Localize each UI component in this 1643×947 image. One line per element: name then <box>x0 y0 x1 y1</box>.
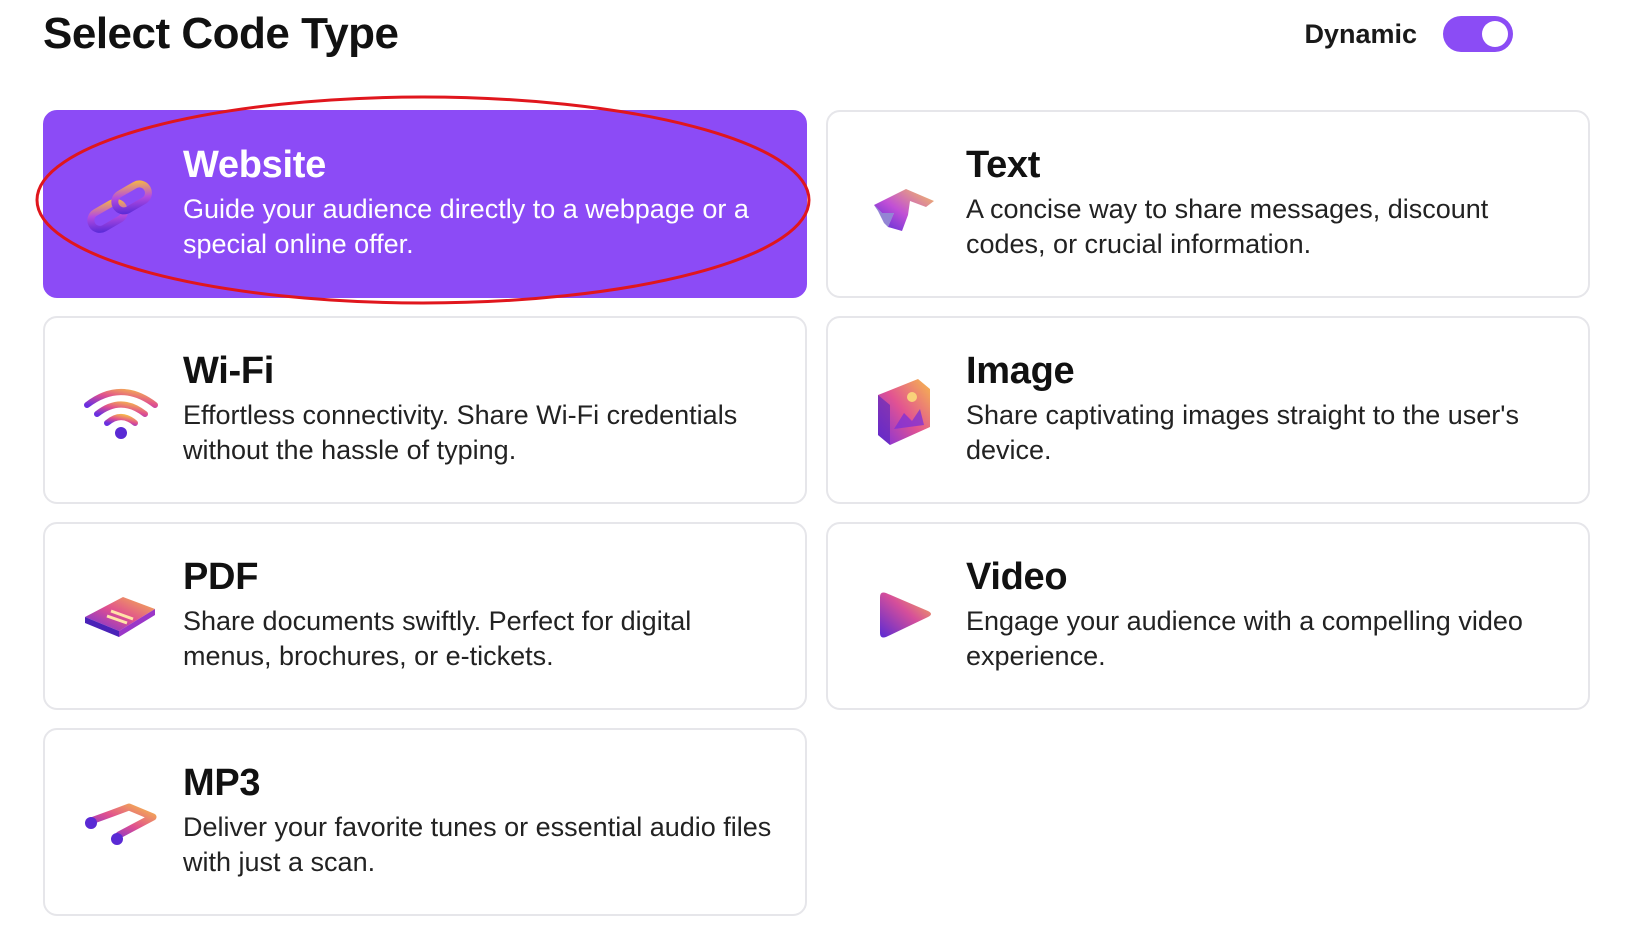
code-type-card-wifi[interactable]: Wi-Fi Effortless connectivity. Share Wi-… <box>43 316 807 504</box>
dynamic-toggle[interactable] <box>1443 16 1513 52</box>
card-description: Engage your audience with a compelling v… <box>966 606 1523 671</box>
music-note-icon <box>83 787 159 863</box>
card-title: Image <box>966 350 1075 392</box>
play-icon <box>866 581 942 657</box>
card-description: Share captivating images straight to the… <box>966 400 1519 465</box>
card-text: Wi-Fi Effortless connectivity. Share Wi-… <box>183 348 775 468</box>
card-title: MP3 <box>183 762 261 804</box>
card-text: Image Share captivating images straight … <box>966 348 1558 468</box>
dynamic-label: Dynamic <box>1304 18 1417 49</box>
code-type-card-text[interactable]: Text A concise way to share messages, di… <box>826 110 1590 298</box>
card-description: Effortless connectivity. Share Wi-Fi cre… <box>183 400 738 465</box>
code-type-card-video[interactable]: Video Engage your audience with a compel… <box>826 522 1590 710</box>
card-description: Deliver your favorite tunes or essential… <box>183 812 772 877</box>
card-title: Wi-Fi <box>183 350 275 392</box>
card-text: PDF Share documents swiftly. Perfect for… <box>183 554 775 674</box>
dynamic-toggle-group: Dynamic <box>1304 14 1513 54</box>
page-title: Select Code Type <box>43 9 399 58</box>
code-type-card-website[interactable]: Website Guide your audience directly to … <box>43 110 807 298</box>
card-text: Video Engage your audience with a compel… <box>966 554 1558 674</box>
text-t-icon <box>866 169 942 245</box>
code-type-grid: Website Guide your audience directly to … <box>43 110 1590 916</box>
card-description: Share documents swiftly. Perfect for dig… <box>183 606 692 671</box>
card-text: Text A concise way to share messages, di… <box>966 142 1558 262</box>
code-type-card-mp3[interactable]: MP3 Deliver your favorite tunes or essen… <box>43 728 807 916</box>
card-description: Guide your audience directly to a webpag… <box>183 194 749 259</box>
document-icon <box>83 581 159 657</box>
card-title: Website <box>183 144 326 186</box>
card-description: A concise way to share messages, discoun… <box>966 194 1489 259</box>
link-chain-icon <box>83 169 159 245</box>
card-title: Text <box>966 144 1041 186</box>
card-text: MP3 Deliver your favorite tunes or essen… <box>183 760 775 880</box>
card-text: Website Guide your audience directly to … <box>183 142 775 262</box>
card-title: PDF <box>183 556 259 598</box>
code-type-card-image[interactable]: Image Share captivating images straight … <box>826 316 1590 504</box>
code-type-card-pdf[interactable]: PDF Share documents swiftly. Perfect for… <box>43 522 807 710</box>
toggle-knob <box>1482 21 1508 47</box>
image-icon <box>866 375 942 451</box>
wifi-icon <box>83 375 159 451</box>
card-title: Video <box>966 556 1068 598</box>
